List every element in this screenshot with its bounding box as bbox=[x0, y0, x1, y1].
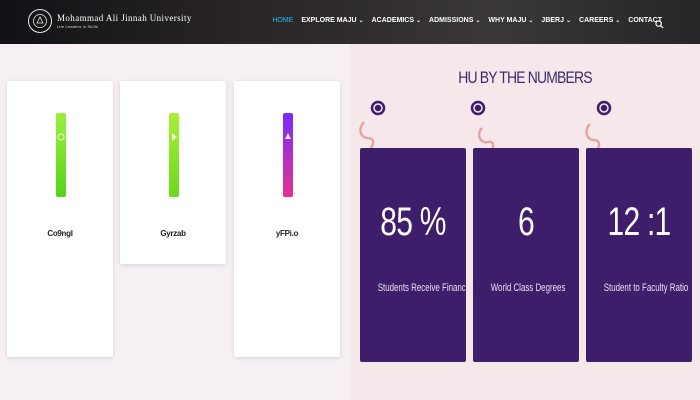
chevron-down-icon: ⌄ bbox=[416, 18, 422, 24]
stat-card: 85 % Students Receive Financial Support bbox=[360, 148, 504, 362]
green-play-icon bbox=[169, 113, 179, 197]
nav-careers[interactable]: CAREERS ⌄ bbox=[579, 17, 620, 24]
logo-title: Mohammad Ali Jinnah University bbox=[57, 13, 192, 23]
stat-value: 12 :1 bbox=[607, 200, 672, 244]
university-logo[interactable]: Mohammad Ali Jinnah University Life Lead… bbox=[28, 9, 192, 33]
nav-jberj[interactable]: JBERJ ⌄ bbox=[541, 17, 571, 24]
stat-card: 6 World Class Degrees bbox=[473, 148, 579, 362]
nav-academics-label: ACADEMICS bbox=[371, 17, 414, 24]
stat-label: Student to Faculty Ratio bbox=[603, 282, 689, 294]
green-search-icon bbox=[56, 113, 66, 197]
nav-why-maju-label: WHY MAJU bbox=[488, 17, 527, 24]
main-nav: HOME EXPLORE MAJU ⌄ ACADEMICS ⌄ ADMISSIONS… bbox=[264, 17, 662, 24]
chevron-down-icon: ⌄ bbox=[528, 18, 534, 24]
search-icon[interactable] bbox=[655, 16, 664, 34]
stat-value: 85 % bbox=[380, 200, 446, 244]
feature-card[interactable]: yFPi.o bbox=[234, 81, 340, 357]
numbers-title: HU BY THE NUMBERS bbox=[458, 68, 592, 87]
feature-card-label: yFPi.o bbox=[275, 229, 299, 238]
nav-admissions-label: ADMISSIONS bbox=[429, 17, 474, 24]
stat-label: World Class Degrees bbox=[490, 282, 566, 294]
gradient-up-icon bbox=[283, 113, 293, 197]
nav-home-label: HOME bbox=[272, 17, 294, 24]
feature-card-label: Co9ngl bbox=[47, 229, 73, 238]
chevron-down-icon: ⌄ bbox=[615, 18, 621, 24]
feature-card-label: Gyrzab bbox=[160, 229, 186, 238]
feature-cards-section: Co9ngl Gyrzab yFPi.o bbox=[0, 44, 350, 400]
feature-card[interactable]: Co9ngl bbox=[7, 81, 113, 357]
stat-card: 12 :1 Student to Faculty Ratio bbox=[586, 148, 692, 362]
nav-why-maju[interactable]: WHY MAJU ⌄ bbox=[488, 17, 533, 24]
nav-academics[interactable]: ACADEMICS ⌄ bbox=[372, 17, 421, 24]
numbers-section: HU BY THE NUMBERS 85 % Students Receive … bbox=[350, 44, 700, 400]
stat-value: 6 bbox=[518, 200, 535, 244]
university-emblem-icon bbox=[28, 9, 52, 33]
logo-subtitle: Life Leaders in Skills bbox=[57, 24, 99, 29]
chevron-down-icon: ⌄ bbox=[475, 18, 481, 24]
chevron-down-icon: ⌄ bbox=[358, 18, 364, 24]
nav-explore-maju[interactable]: EXPLORE MAJU ⌄ bbox=[301, 17, 363, 24]
nav-jberj-label: JBERJ bbox=[541, 17, 564, 24]
stat-label: Students Receive Financial Support bbox=[377, 282, 504, 294]
nav-careers-label: CAREERS bbox=[579, 17, 614, 24]
feature-card[interactable]: Gyrzab bbox=[120, 81, 226, 264]
site-header: Mohammad Ali Jinnah University Life Lead… bbox=[0, 0, 700, 44]
nav-explore-maju-label: EXPLORE MAJU bbox=[301, 17, 357, 24]
chevron-down-icon: ⌄ bbox=[566, 18, 572, 24]
nav-home[interactable]: HOME bbox=[272, 17, 293, 24]
nav-admissions[interactable]: ADMISSIONS ⌄ bbox=[429, 17, 480, 24]
